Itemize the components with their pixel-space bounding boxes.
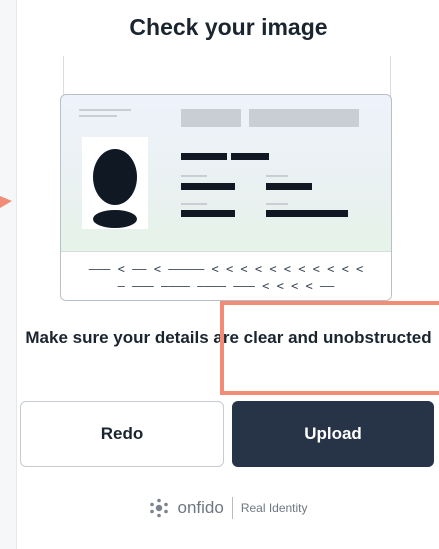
card-label-line — [181, 203, 207, 205]
highlight-box — [220, 301, 439, 395]
mrz-line-2: — ——— ———— ———— ——— < < < < —— — [117, 279, 335, 293]
card-value-bar — [266, 210, 348, 217]
mrz-zone: ——— < —— < ————— < < < < < < < < < < < —… — [61, 251, 391, 300]
card-value-bar — [181, 183, 235, 190]
onfido-logo-icon — [150, 498, 169, 518]
card-name-bar — [231, 153, 269, 160]
verification-panel: Check your image ——— < —— < ————— < < < … — [16, 0, 439, 549]
card-value-bar — [266, 183, 312, 190]
card-label-line — [266, 175, 288, 177]
redo-button[interactable]: Redo — [20, 401, 224, 467]
card-name-bar — [181, 153, 227, 160]
id-photo — [82, 137, 148, 229]
footer-divider — [231, 497, 233, 519]
card-field-placeholder — [249, 109, 359, 127]
page-title: Check your image — [129, 14, 328, 40]
person-silhouette-icon — [93, 149, 137, 228]
footer-branding: onfido Real Identity — [17, 497, 439, 519]
brand-tagline: Real Identity — [240, 501, 308, 515]
card-header-line — [79, 115, 117, 117]
card-label-line — [266, 203, 288, 205]
document-stack-back — [63, 56, 391, 97]
arrow-icon — [0, 196, 12, 208]
upload-button[interactable]: Upload — [232, 401, 434, 467]
id-card-preview: ——— < —— < ————— < < < < < < < < < < < —… — [60, 94, 392, 301]
card-field-placeholder — [181, 109, 241, 127]
mrz-line-1: ——— < —— < ————— < < < < < < < < < < < — [88, 262, 364, 276]
card-label-line — [181, 175, 207, 177]
card-value-bar — [181, 210, 235, 217]
brand-name: onfido — [177, 498, 224, 517]
card-header-line — [79, 109, 131, 111]
